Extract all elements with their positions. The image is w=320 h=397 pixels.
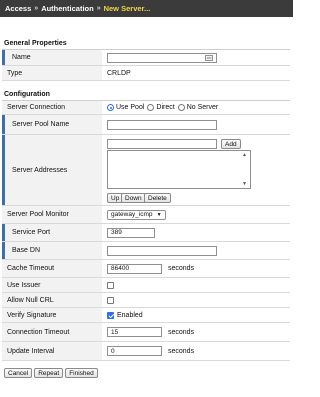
cache-timeout-cell: 86400 seconds xyxy=(102,260,290,277)
verify-signature-cell: Enabled xyxy=(102,308,290,322)
scroll-up-icon[interactable]: ▲ xyxy=(242,152,247,158)
no-server-option[interactable]: No Server xyxy=(177,104,219,111)
verify-signature-row: Verify Signature Enabled xyxy=(2,308,290,323)
type-value: CRLDP xyxy=(107,69,131,77)
server-pool-monitor-value: gateway_icmp xyxy=(111,211,153,218)
cache-timeout-unit: seconds xyxy=(168,265,195,272)
server-connection-label: Server Connection xyxy=(2,101,102,114)
general-properties-heading: General Properties xyxy=(4,40,67,47)
breadcrumb: Access » Authentication » New Server... xyxy=(0,0,293,17)
server-addresses-list[interactable]: ▲ ▼ xyxy=(107,150,251,189)
breadcrumb-separator: » xyxy=(34,5,39,12)
server-connection-row: Server Connection Use Pool Direct No Ser… xyxy=(2,101,290,115)
update-interval-unit: seconds xyxy=(168,347,195,355)
verify-signature-text: Enabled xyxy=(117,311,143,319)
cache-timeout-row: Cache Timeout 86400 seconds xyxy=(2,260,290,278)
connection-timeout-cell: 15 seconds xyxy=(102,323,290,341)
service-port-label: Service Port xyxy=(2,224,102,241)
server-pool-monitor-cell: gateway_icmp ▼ xyxy=(102,206,290,223)
scrollbar[interactable]: ▲ ▼ xyxy=(242,152,249,187)
breadcrumb-authentication[interactable]: Authentication xyxy=(41,4,94,13)
base-dn-row: Base DN xyxy=(2,242,290,260)
type-label: Type xyxy=(2,66,102,80)
use-issuer-label: Use Issuer xyxy=(2,278,102,292)
use-issuer-row: Use Issuer xyxy=(2,278,290,293)
direct-radio[interactable] xyxy=(147,104,155,111)
service-port-row: Service Port 389 xyxy=(2,224,290,242)
name-row: Name xyxy=(2,50,290,66)
server-addresses-row: Server Addresses Add ▲ ▼ Up Down Delete xyxy=(2,135,290,206)
server-address-input[interactable] xyxy=(107,139,217,149)
cancel-button[interactable]: Cancel xyxy=(4,368,33,378)
cache-timeout-label: Cache Timeout xyxy=(2,260,102,277)
autofill-icon[interactable] xyxy=(205,54,213,61)
use-pool-text: Use Pool xyxy=(116,104,145,111)
server-connection-options: Use Pool Direct No Server xyxy=(102,101,290,114)
repeat-button[interactable]: Repeat xyxy=(34,368,64,378)
base-dn-label: Base DN xyxy=(2,242,102,259)
service-port-cell: 389 xyxy=(102,224,290,241)
verify-signature-checkbox[interactable] xyxy=(107,311,114,319)
breadcrumb-access[interactable]: Access xyxy=(5,4,31,13)
allow-null-crl-row: Allow Null CRL xyxy=(2,293,290,308)
server-pool-monitor-label: Server Pool Monitor xyxy=(2,206,102,223)
direct-option[interactable]: Direct xyxy=(147,104,175,111)
add-address-button[interactable]: Add xyxy=(221,139,241,149)
use-pool-radio[interactable] xyxy=(107,104,114,111)
connection-timeout-input[interactable]: 15 xyxy=(107,327,162,337)
type-row: Type CRLDP xyxy=(2,66,290,81)
delete-button[interactable]: Delete xyxy=(144,193,171,203)
server-addresses-cell: Add ▲ ▼ Up Down Delete xyxy=(102,135,290,205)
breadcrumb-separator: » xyxy=(96,5,101,12)
update-interval-cell: 0 seconds xyxy=(102,342,290,360)
update-interval-row: Update Interval 0 seconds xyxy=(2,342,290,361)
allow-null-crl-label: Allow Null CRL xyxy=(2,293,102,307)
allow-null-crl-cell xyxy=(102,293,290,307)
direct-text: Direct xyxy=(156,104,175,111)
server-pool-name-cell xyxy=(102,115,290,134)
no-server-text: No Server xyxy=(186,104,219,111)
server-pool-monitor-select[interactable]: gateway_icmp ▼ xyxy=(107,209,166,220)
update-interval-input[interactable]: 0 xyxy=(107,346,162,356)
base-dn-cell xyxy=(102,242,290,259)
down-button[interactable]: Down xyxy=(121,193,146,203)
server-pool-name-row: Server Pool Name xyxy=(2,115,290,135)
connection-timeout-row: Connection Timeout 15 seconds xyxy=(2,323,290,342)
server-pool-name-label: Server Pool Name xyxy=(2,115,102,134)
chevron-down-icon: ▼ xyxy=(156,211,162,218)
configuration-heading: Configuration xyxy=(4,91,50,98)
no-server-radio[interactable] xyxy=(177,104,185,111)
verify-signature-label: Verify Signature xyxy=(2,308,102,322)
allow-null-crl-checkbox[interactable] xyxy=(107,296,114,304)
base-dn-input[interactable] xyxy=(107,245,217,256)
footer-buttons: Cancel Repeat Finished xyxy=(4,368,98,378)
scroll-down-icon[interactable]: ▼ xyxy=(242,181,247,187)
connection-timeout-unit: seconds xyxy=(168,328,195,336)
server-pool-monitor-row: Server Pool Monitor gateway_icmp ▼ xyxy=(2,206,290,224)
finished-button[interactable]: Finished xyxy=(65,368,98,378)
connection-timeout-label: Connection Timeout xyxy=(2,323,102,341)
use-issuer-checkbox[interactable] xyxy=(107,281,114,289)
name-label: Name xyxy=(2,50,102,65)
server-addresses-label: Server Addresses xyxy=(2,135,102,205)
update-interval-label: Update Interval xyxy=(2,342,102,360)
use-pool-option[interactable]: Use Pool xyxy=(107,104,144,111)
server-pool-name-input[interactable] xyxy=(107,119,217,130)
use-issuer-cell xyxy=(102,278,290,292)
name-value-cell xyxy=(102,50,290,65)
name-input[interactable] xyxy=(107,52,217,63)
cache-timeout-input[interactable]: 86400 xyxy=(107,263,162,274)
service-port-input[interactable]: 389 xyxy=(107,227,155,238)
breadcrumb-current: New Server... xyxy=(103,4,151,13)
